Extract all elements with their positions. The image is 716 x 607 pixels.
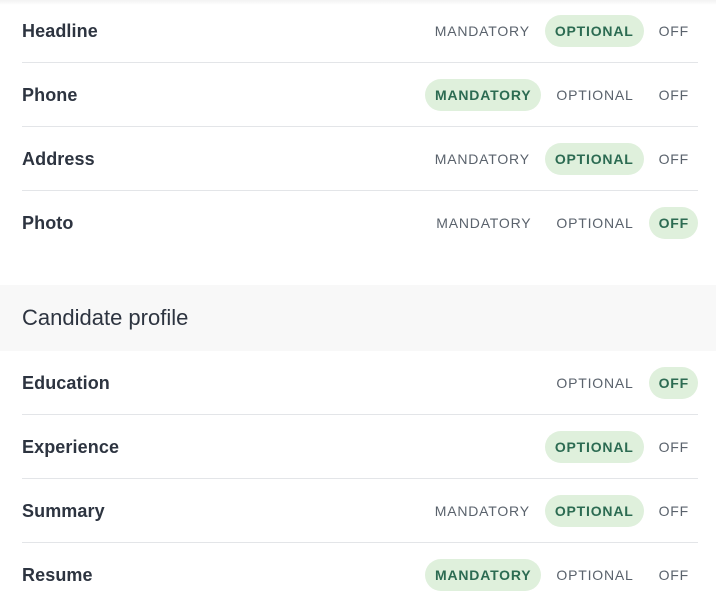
option-mandatory-button[interactable]: MANDATORY [425, 495, 540, 527]
option-optional-button[interactable]: OPTIONAL [546, 367, 643, 399]
option-mandatory-button[interactable]: MANDATORY [426, 207, 541, 239]
section-title: Candidate profile [22, 305, 189, 330]
personal-fields-section: Headline MANDATORY OPTIONAL OFF Phone MANDATO… [0, 0, 716, 255]
option-off-button[interactable]: OFF [649, 79, 698, 111]
option-mandatory-button[interactable]: MANDATORY [425, 559, 542, 591]
option-optional-button[interactable]: OPTIONAL [544, 143, 644, 175]
field-option-group: OPTIONAL OFF [540, 431, 698, 463]
option-off-button[interactable]: OFF [649, 559, 698, 591]
field-row-experience: Experience OPTIONAL OFF [22, 415, 698, 479]
field-option-group: OPTIONAL OFF [541, 367, 698, 399]
field-row-resume: Resume MANDATORY OPTIONAL OFF [22, 543, 698, 607]
option-optional-button[interactable]: OPTIONAL [544, 15, 644, 47]
field-label: Photo [22, 212, 74, 233]
field-label: Address [22, 148, 95, 169]
field-label: Headline [22, 20, 98, 41]
option-mandatory-button[interactable]: MANDATORY [425, 15, 540, 47]
field-row-headline: Headline MANDATORY OPTIONAL OFF [22, 0, 698, 63]
field-label: Phone [22, 84, 78, 105]
field-option-group: MANDATORY OPTIONAL OFF [420, 559, 698, 591]
field-row-address: Address MANDATORY OPTIONAL OFF [22, 127, 698, 191]
field-row-summary: Summary MANDATORY OPTIONAL OFF [22, 479, 698, 543]
field-label: Education [22, 372, 110, 393]
field-option-group: MANDATORY OPTIONAL OFF [420, 15, 698, 47]
option-optional-button[interactable]: OPTIONAL [544, 431, 644, 463]
field-row-phone: Phone MANDATORY OPTIONAL OFF [22, 63, 698, 127]
field-option-group: MANDATORY OPTIONAL OFF [420, 79, 698, 111]
option-off-button[interactable]: OFF [649, 431, 698, 463]
option-optional-button[interactable]: OPTIONAL [546, 207, 643, 239]
option-mandatory-button[interactable]: MANDATORY [425, 143, 540, 175]
option-mandatory-button[interactable]: MANDATORY [425, 79, 542, 111]
field-option-group: MANDATORY OPTIONAL OFF [420, 495, 698, 527]
option-off-button[interactable]: OFF [649, 495, 698, 527]
field-label: Resume [22, 564, 93, 585]
field-option-group: MANDATORY OPTIONAL OFF [420, 143, 698, 175]
option-optional-button[interactable]: OPTIONAL [544, 495, 644, 527]
candidate-profile-section: Education OPTIONAL OFF Experience OPTIONAL OF… [0, 351, 716, 607]
field-row-education: Education OPTIONAL OFF [22, 351, 698, 415]
option-off-button[interactable]: OFF [648, 367, 698, 399]
option-optional-button[interactable]: OPTIONAL [546, 559, 643, 591]
field-label: Summary [22, 500, 105, 521]
field-label: Experience [22, 436, 120, 457]
option-optional-button[interactable]: OPTIONAL [546, 79, 643, 111]
field-option-group: MANDATORY OPTIONAL OFF [421, 207, 698, 239]
option-off-button[interactable]: OFF [649, 15, 698, 47]
candidate-profile-header: Candidate profile [0, 285, 716, 351]
option-off-button[interactable]: OFF [648, 207, 698, 239]
option-off-button[interactable]: OFF [649, 143, 698, 175]
field-row-photo: Photo MANDATORY OPTIONAL OFF [22, 191, 698, 255]
